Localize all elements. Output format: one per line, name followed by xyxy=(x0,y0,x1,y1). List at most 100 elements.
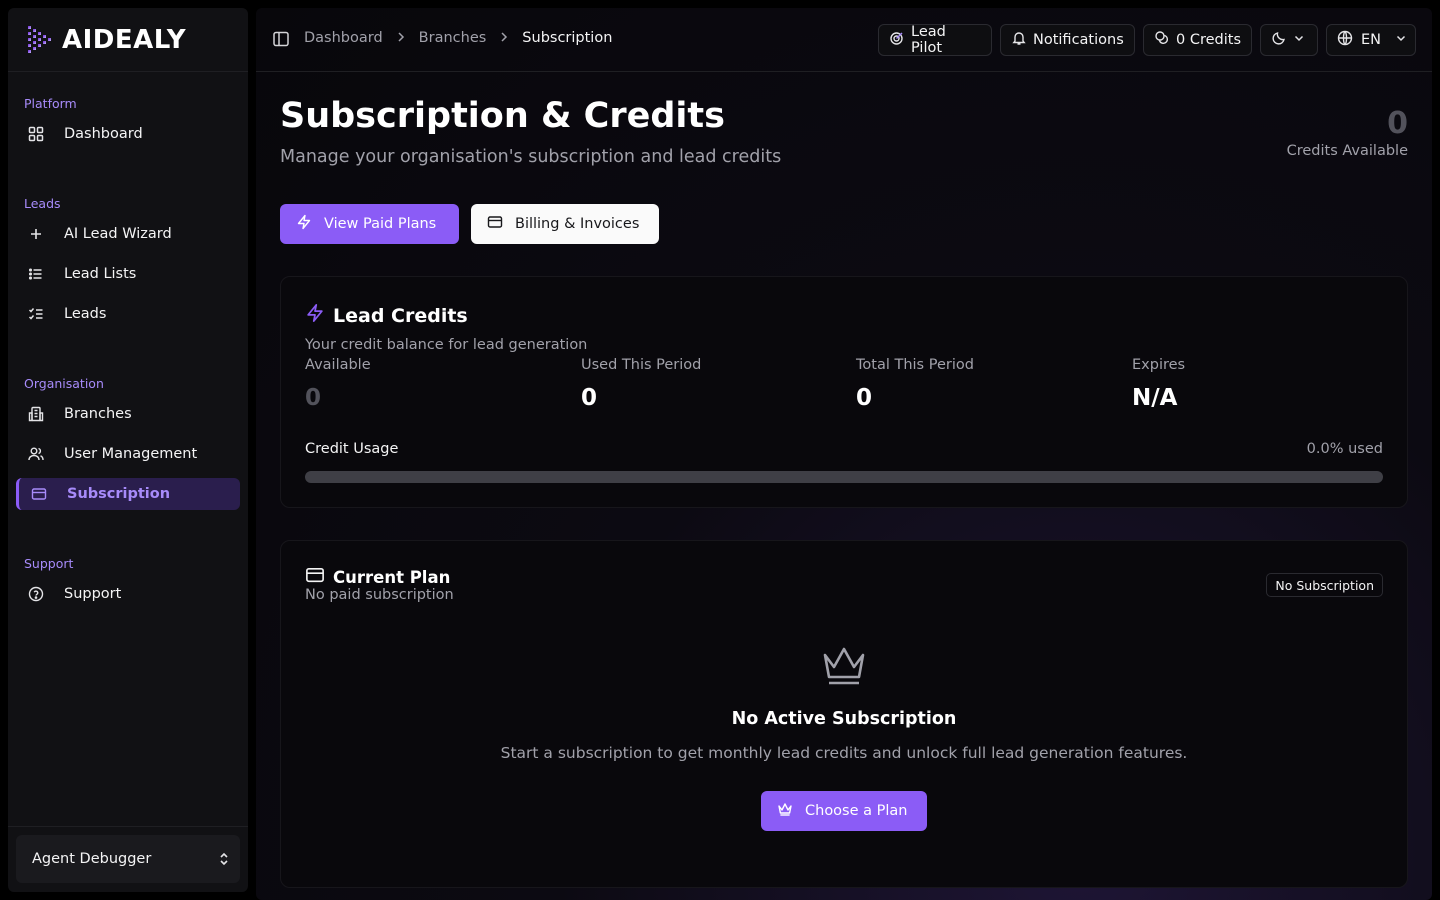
stat-used-label: Used This Period xyxy=(581,357,702,373)
sidebar-item-leads[interactable]: Leads xyxy=(16,298,240,330)
credits-label: 0 Credits xyxy=(1176,32,1241,48)
current-plan-title: Current Plan xyxy=(305,565,450,589)
stat-total-label: Total This Period xyxy=(856,357,974,373)
nav-group-support: Support Support xyxy=(16,554,240,618)
view-paid-plans-button[interactable]: View Paid Plans xyxy=(280,204,459,244)
lead-credits-card: Lead Credits Your credit balance for lea… xyxy=(280,276,1408,508)
main-content: Dashboard Branches Subscription Lead Pil… xyxy=(256,8,1432,900)
chevron-right-icon xyxy=(397,31,405,46)
plus-icon xyxy=(24,222,48,246)
nav-group-platform: Platform Dashboard xyxy=(16,94,240,158)
stat-expires-value: N/A xyxy=(1132,385,1178,411)
group-label-support: Support xyxy=(24,556,74,571)
nav-group-organisation: Organisation Branches User Management Su… xyxy=(16,374,240,518)
credit-card-icon xyxy=(27,482,51,506)
notifications-label: Notifications xyxy=(1033,32,1124,48)
nav-group-leads: Leads AI Lead Wizard Lead Lists Leads xyxy=(16,194,240,338)
choose-plan-label: Choose a Plan xyxy=(805,803,908,819)
stat-available-value: 0 xyxy=(305,385,322,411)
stat-available-label: Available xyxy=(305,357,371,373)
breadcrumb: Dashboard Branches Subscription xyxy=(304,30,612,46)
empty-state-text: Start a subscription to get monthly lead… xyxy=(500,744,1188,762)
notifications-button[interactable]: Notifications xyxy=(1000,24,1135,56)
logo-area[interactable]: AIDEALY xyxy=(8,8,248,72)
sidebar-item-label: AI Lead Wizard xyxy=(64,226,172,242)
crown-icon xyxy=(777,801,793,821)
credit-usage-text: 0.0% used xyxy=(1306,441,1383,457)
status-badge: No Subscription xyxy=(1266,573,1383,597)
sidebar-item-subscription[interactable]: Subscription xyxy=(16,478,240,510)
stat-total-value: 0 xyxy=(856,385,873,411)
stat-used-value: 0 xyxy=(581,385,598,411)
credit-usage-label: Credit Usage xyxy=(305,441,399,457)
sidebar-item-label: Branches xyxy=(64,406,132,422)
sidebar-item-dashboard[interactable]: Dashboard xyxy=(16,118,240,150)
users-icon xyxy=(24,442,48,466)
credits-available-value: 0 xyxy=(1387,106,1408,141)
agent-debugger-button[interactable]: Agent Debugger xyxy=(16,835,240,883)
target-icon xyxy=(889,30,905,50)
globe-icon xyxy=(1337,30,1353,50)
empty-state-title: No Active Subscription xyxy=(731,709,957,729)
breadcrumb-dashboard[interactable]: Dashboard xyxy=(304,30,383,46)
sidebar-item-lead-lists[interactable]: Lead Lists xyxy=(16,258,240,290)
sidebar-item-label: Lead Lists xyxy=(64,266,137,282)
billing-invoices-button[interactable]: Billing & Invoices xyxy=(471,204,659,244)
sidebar-item-label: Support xyxy=(64,586,122,602)
building-icon xyxy=(24,402,48,426)
coins-icon xyxy=(1154,30,1170,50)
lead-credits-subtitle: Your credit balance for lead generation xyxy=(305,337,588,353)
chevron-down-icon xyxy=(1293,32,1305,48)
sidebar-item-branches[interactable]: Branches xyxy=(16,398,240,430)
sidebar: AIDEALY Platform Dashboard Leads AI Lead… xyxy=(8,8,248,892)
credit-card-icon xyxy=(305,565,325,589)
sidebar-item-label: Dashboard xyxy=(64,126,143,142)
zap-icon xyxy=(296,214,312,234)
logo-mark-icon xyxy=(24,20,60,60)
chevron-down-icon xyxy=(1395,32,1407,48)
checklist-icon xyxy=(24,302,48,326)
topbar: Dashboard Branches Subscription Lead Pil… xyxy=(256,8,1432,72)
breadcrumb-branches[interactable]: Branches xyxy=(419,30,487,46)
help-circle-icon xyxy=(24,582,48,606)
billing-invoices-label: Billing & Invoices xyxy=(515,216,640,232)
lead-pilot-label: Lead Pilot xyxy=(911,24,946,56)
current-plan-subtitle: No paid subscription xyxy=(305,587,454,603)
sidebar-item-label: Subscription xyxy=(67,486,171,502)
agent-debugger-label: Agent Debugger xyxy=(32,851,152,867)
credits-button[interactable]: 0 Credits xyxy=(1143,24,1252,56)
choose-plan-button[interactable]: Choose a Plan xyxy=(761,791,927,831)
credit-usage-progress xyxy=(305,471,1383,483)
theme-toggle-button[interactable] xyxy=(1260,24,1318,56)
group-label-platform: Platform xyxy=(24,96,77,111)
current-plan-title-text: Current Plan xyxy=(333,567,451,587)
bell-icon xyxy=(1011,30,1027,50)
language-select[interactable]: EN xyxy=(1326,24,1416,56)
credit-card-icon xyxy=(487,214,503,234)
page-title: Subscription & Credits xyxy=(280,96,725,136)
brand-name: AIDEALY xyxy=(62,24,187,55)
lead-credits-title-text: Lead Credits xyxy=(333,304,468,327)
sidebar-item-ai-lead-wizard[interactable]: AI Lead Wizard xyxy=(16,218,240,250)
credits-available-label: Credits Available xyxy=(1286,143,1408,159)
current-plan-card: Current Plan No paid subscription No Sub… xyxy=(280,540,1408,888)
sidebar-toggle-icon[interactable] xyxy=(272,30,290,52)
chevrons-up-down-icon xyxy=(218,851,230,871)
sidebar-item-label: User Management xyxy=(64,446,198,462)
sidebar-item-support[interactable]: Support xyxy=(16,578,240,610)
group-label-leads: Leads xyxy=(24,196,61,211)
chevron-right-icon xyxy=(500,31,508,46)
lead-credits-title: Lead Credits xyxy=(305,303,468,328)
sidebar-item-label: Leads xyxy=(64,306,107,322)
breadcrumb-subscription: Subscription xyxy=(522,30,613,46)
lead-pilot-button[interactable]: Lead Pilot xyxy=(878,24,992,56)
language-label: EN xyxy=(1361,32,1382,48)
view-paid-plans-label: View Paid Plans xyxy=(324,216,437,232)
sidebar-item-user-management[interactable]: User Management xyxy=(16,438,240,470)
sidebar-footer: Agent Debugger xyxy=(8,826,248,892)
group-label-organisation: Organisation xyxy=(24,376,104,391)
list-icon xyxy=(24,262,48,286)
stat-expires-label: Expires xyxy=(1132,357,1186,373)
crown-icon xyxy=(821,645,867,691)
moon-icon xyxy=(1271,30,1287,50)
